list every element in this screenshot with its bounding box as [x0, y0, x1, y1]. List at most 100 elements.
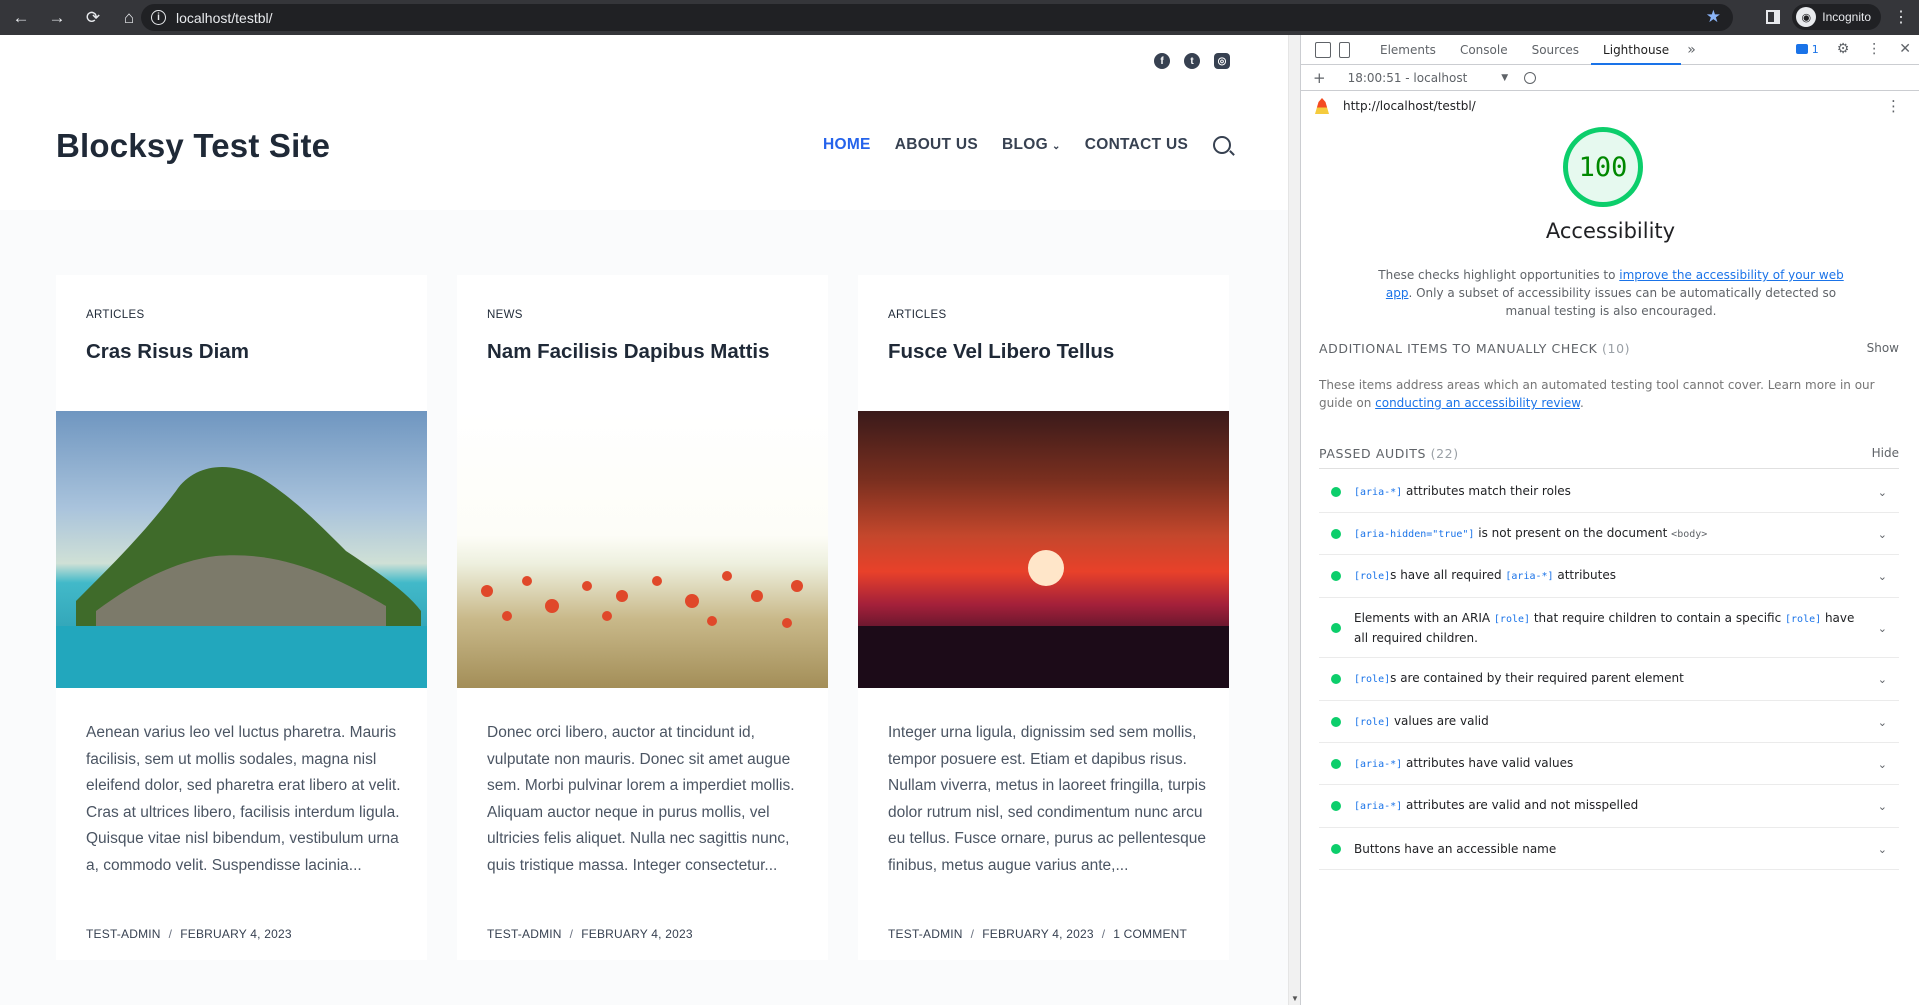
passed-audits-header[interactable]: PASSED AUDITS (22) Hide	[1319, 446, 1899, 461]
side-panel-icon[interactable]	[1766, 10, 1781, 24]
new-report-icon[interactable]: +	[1313, 69, 1326, 87]
audit-code: [role]	[1493, 613, 1531, 625]
audit-title: Buttons have an accessible name	[1354, 840, 1556, 858]
back-arrow-icon[interactable]: ←	[6, 3, 36, 33]
category-title: Accessibility	[1545, 219, 1676, 243]
audit-row[interactable]: [aria-*] attributes have valid values ⌄	[1319, 743, 1899, 785]
audit-row[interactable]: [aria-*] attributes are valid and not mi…	[1319, 785, 1899, 828]
audit-row[interactable]: [aria-hidden="true"] is not present on t…	[1319, 513, 1899, 555]
kebab-menu-icon[interactable]: ⋮	[1893, 7, 1909, 27]
address-bar[interactable]: i localhost/testbl/ ★	[141, 4, 1733, 31]
post-excerpt: Aenean varius leo vel luctus pharetra. M…	[86, 724, 401, 874]
scroll-down-icon[interactable]: ▼	[1291, 994, 1299, 1003]
tab-lighthouse[interactable]: Lighthouse	[1591, 35, 1682, 65]
audit-text: s are contained by their required parent…	[1390, 671, 1684, 685]
audit-code: [aria-hidden="true"]	[1354, 528, 1475, 540]
issues-icon	[1795, 44, 1808, 54]
tab-console[interactable]: Console	[1448, 35, 1520, 65]
chevron-down-icon[interactable]: ⌄	[1878, 798, 1887, 816]
audit-row[interactable]: [role]s have all required [aria-*] attri…	[1319, 555, 1899, 598]
tab-sources[interactable]: Sources	[1520, 35, 1591, 65]
site-header: f t ◎ Blocksy Test Site HOME ABOUT US BL…	[0, 35, 1288, 210]
post-category[interactable]: NEWS	[487, 309, 523, 321]
more-tabs-icon[interactable]: »	[1681, 42, 1702, 58]
social-links: f t ◎	[1154, 53, 1230, 69]
audit-text: attributes are valid and not misspelled	[1402, 798, 1639, 812]
clear-reports-icon[interactable]	[1524, 71, 1537, 84]
tab-elements[interactable]: Elements	[1368, 35, 1448, 65]
profile-button[interactable]: ◉ Incognito	[1792, 4, 1881, 30]
manual-desc-link[interactable]: conducting an accessibility review	[1375, 396, 1580, 410]
passed-audits-count: (22)	[1430, 446, 1459, 461]
post-author[interactable]: TEST-ADMIN	[888, 927, 963, 941]
report-url[interactable]: http://localhost/testbl/	[1343, 99, 1476, 113]
manual-checks-toggle[interactable]: Show	[1867, 341, 1899, 355]
manual-checks-title: ADDITIONAL ITEMS TO MANUALLY CHECK	[1319, 341, 1598, 356]
chevron-down-icon[interactable]: ⌄	[1878, 526, 1887, 544]
score-value: 100	[1578, 151, 1628, 183]
settings-gear-icon[interactable]: ⚙	[1837, 41, 1850, 57]
instagram-icon[interactable]: ◎	[1214, 53, 1230, 69]
audit-code: [role]	[1785, 613, 1822, 625]
post-title[interactable]: Fusce Vel Libero Tellus	[888, 340, 1114, 364]
chevron-down-icon[interactable]: ⌄	[1878, 568, 1887, 586]
pass-status-icon	[1331, 571, 1341, 581]
audit-title: [aria-hidden="true"] is not present on t…	[1354, 524, 1707, 544]
twitter-icon[interactable]: t	[1184, 53, 1200, 69]
post-featured-image[interactable]	[56, 411, 427, 688]
meta-separator: /	[168, 927, 173, 941]
issues-button[interactable]: 1	[1795, 42, 1819, 56]
post-featured-image[interactable]	[858, 411, 1229, 688]
audit-row[interactable]: [role] values are valid ⌄	[1319, 701, 1899, 743]
home-icon[interactable]: ⌂	[114, 3, 144, 33]
report-menu-icon[interactable]: ⋮	[1886, 97, 1901, 115]
nav-contact-us[interactable]: CONTACT US	[1085, 136, 1188, 154]
chevron-down-icon[interactable]: ⌄	[1878, 714, 1887, 732]
nav-about-us[interactable]: ABOUT US	[895, 136, 978, 154]
post-author[interactable]: TEST-ADMIN	[86, 927, 161, 941]
site-title[interactable]: Blocksy Test Site	[56, 127, 330, 165]
audit-row[interactable]: [role]s are contained by their required …	[1319, 658, 1899, 701]
report-selector[interactable]: 18:00:51 - localhost	[1348, 71, 1468, 85]
post-comments[interactable]: 1 COMMENT	[1113, 927, 1187, 941]
address-url[interactable]: localhost/testbl/	[176, 10, 273, 26]
post-category[interactable]: ARTICLES	[86, 309, 144, 321]
audit-row[interactable]: Buttons have an accessible name ⌄	[1319, 828, 1899, 870]
audit-code: <body>	[1671, 528, 1708, 540]
nav-home[interactable]: HOME	[823, 136, 871, 154]
close-icon[interactable]: ✕	[1899, 41, 1911, 57]
chevron-down-icon[interactable]: ⌄	[1878, 620, 1887, 638]
star-icon[interactable]: ★	[1706, 7, 1721, 27]
post-date: FEBRUARY 4, 2023	[982, 927, 1094, 941]
search-icon[interactable]	[1213, 136, 1231, 154]
chevron-down-icon[interactable]: ⌄	[1878, 756, 1887, 774]
chevron-down-icon[interactable]: ⌄	[1878, 484, 1887, 502]
dropdown-arrow-icon[interactable]: ▼	[1501, 73, 1508, 83]
post-featured-image[interactable]	[457, 411, 828, 688]
post-title[interactable]: Cras Risus Diam	[86, 340, 249, 364]
audit-row[interactable]: Elements with an ARIA [role] that requir…	[1319, 598, 1899, 658]
manual-checks-header[interactable]: ADDITIONAL ITEMS TO MANUALLY CHECK (10) …	[1319, 341, 1899, 356]
info-icon[interactable]: i	[151, 10, 166, 25]
meta-separator: /	[970, 927, 975, 941]
post-meta: TEST-ADMIN / FEBRUARY 4, 2023	[487, 927, 693, 941]
page-scrollbar[interactable]: ▼	[1288, 35, 1300, 1005]
post-category[interactable]: ARTICLES	[888, 309, 946, 321]
audit-text: is not present on the document	[1474, 525, 1672, 540]
post-card: ARTICLES Cras Risus Diam Aenean varius l…	[56, 275, 427, 960]
post-author[interactable]: TEST-ADMIN	[487, 927, 562, 941]
post-title[interactable]: Nam Facilisis Dapibus Mattis	[487, 340, 770, 364]
reload-icon[interactable]: ⟳	[78, 3, 108, 33]
chevron-down-icon[interactable]: ⌄	[1878, 671, 1887, 689]
lighthouse-toolbar: + 18:00:51 - localhost ▼	[1301, 65, 1919, 91]
facebook-icon[interactable]: f	[1154, 53, 1170, 69]
device-toolbar-icon[interactable]	[1339, 41, 1350, 58]
nav-blog[interactable]: BLOG ⌄	[1002, 136, 1061, 154]
forward-arrow-icon[interactable]: →	[42, 3, 72, 33]
devtools-kebab-icon[interactable]: ⋮	[1867, 41, 1881, 57]
audit-row[interactable]: [aria-*] attributes match their roles ⌄	[1319, 471, 1899, 513]
issues-count: 1	[1811, 42, 1819, 56]
inspect-element-icon[interactable]	[1315, 41, 1331, 58]
chevron-down-icon[interactable]: ⌄	[1878, 841, 1887, 859]
passed-audits-toggle[interactable]: Hide	[1872, 446, 1899, 460]
